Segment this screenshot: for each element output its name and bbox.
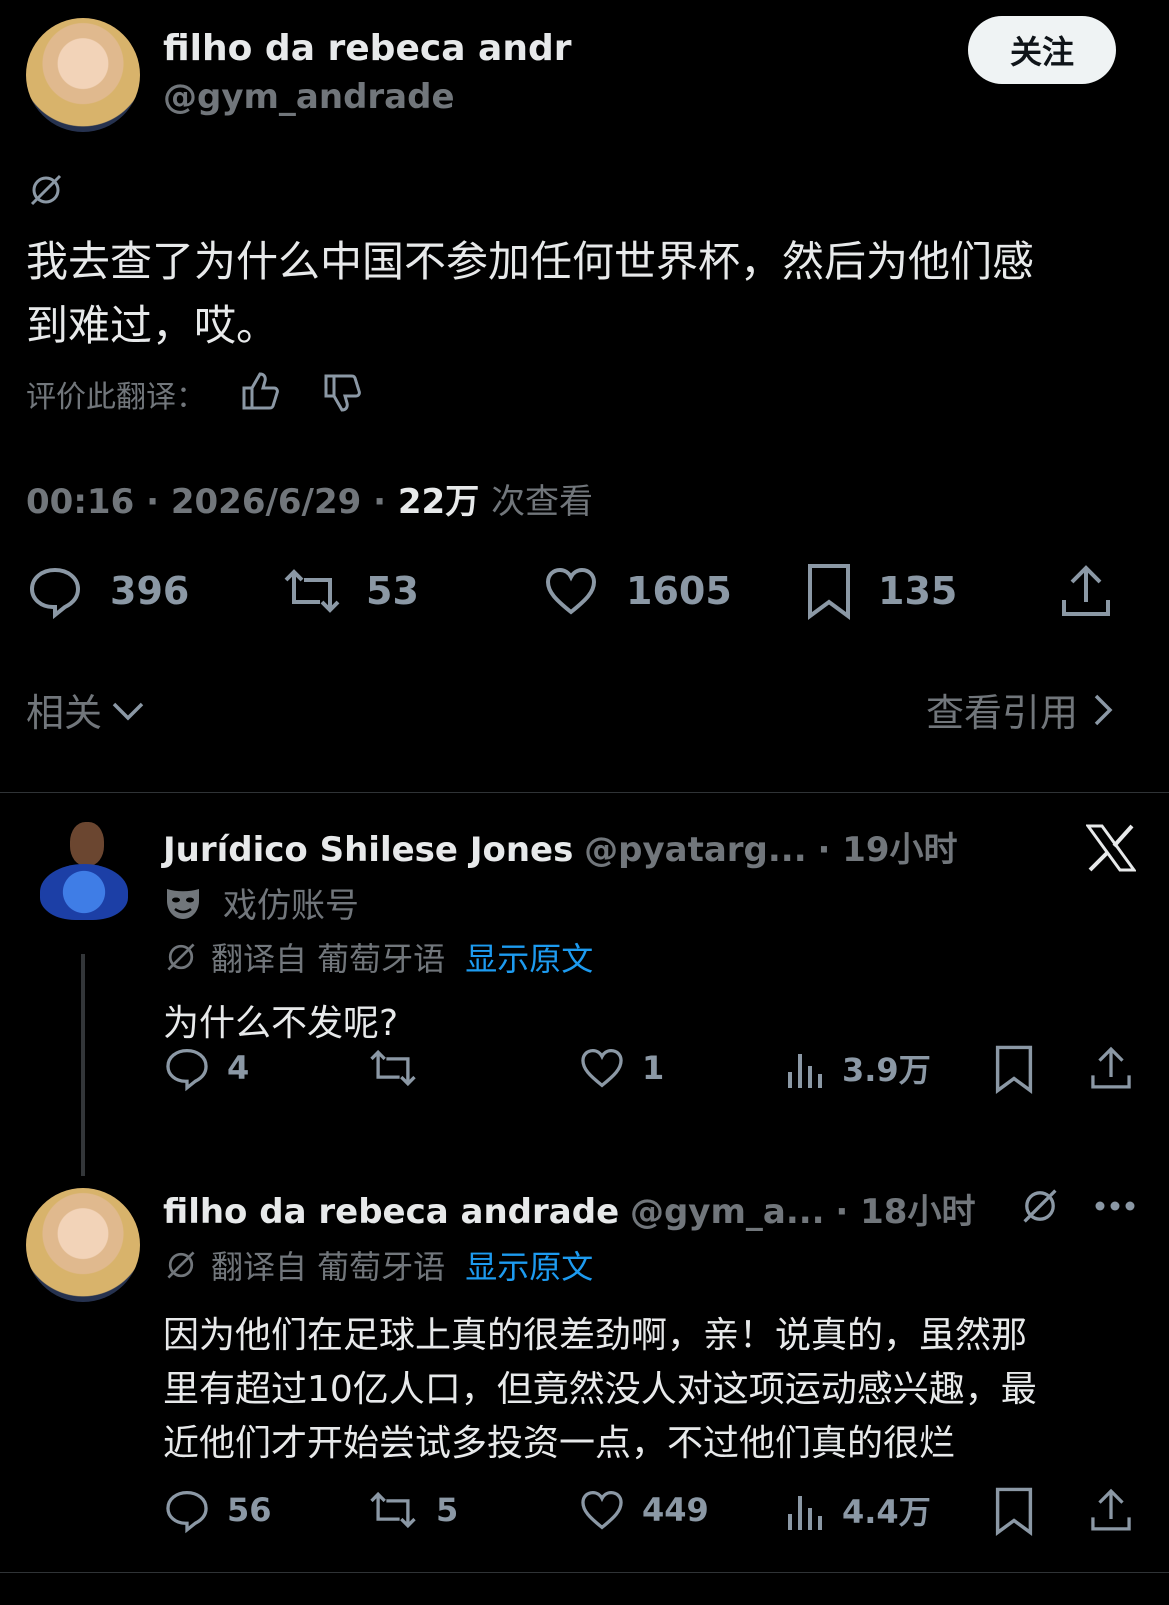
follow-button[interactable]: 关注 bbox=[968, 16, 1116, 84]
author-avatar[interactable] bbox=[26, 18, 140, 132]
share-icon[interactable] bbox=[1088, 1044, 1134, 1092]
author-display-name[interactable]: filho da rebeca andr bbox=[163, 28, 571, 69]
reply2-text-line3: 近他们才开始尝试多投资一点，不过他们真的很烂 bbox=[163, 1423, 956, 1464]
post-time[interactable]: 00:16 bbox=[26, 482, 134, 522]
reply-icon bbox=[163, 1486, 211, 1534]
reply2-text-line2: 里有超过10亿人口，但竟然没人对这项运动感兴趣，最 bbox=[163, 1369, 1037, 1410]
bookmark-stat[interactable]: 135 bbox=[806, 562, 957, 620]
heart-icon bbox=[578, 1486, 626, 1534]
views-icon bbox=[786, 1486, 826, 1534]
reply1-display-name[interactable]: Jurídico Shilese Jones bbox=[163, 830, 573, 870]
reply1-reply-stat[interactable]: 4 bbox=[163, 1044, 249, 1092]
bookmark-icon[interactable] bbox=[994, 1486, 1034, 1536]
mask-icon bbox=[163, 883, 203, 923]
author-handle[interactable]: @gym_andrade bbox=[163, 77, 455, 117]
thumbs-down-icon[interactable] bbox=[320, 372, 364, 416]
reply1-text: 为什么不发呢? bbox=[163, 1003, 399, 1044]
post-date[interactable]: 2026/6/29 bbox=[171, 482, 361, 522]
reply2-display-name[interactable]: filho da rebeca andrade bbox=[163, 1192, 619, 1232]
reply-icon bbox=[26, 562, 84, 620]
repost-icon bbox=[366, 1486, 420, 1534]
reply1-time[interactable]: · 19小时 bbox=[817, 830, 957, 870]
post-text-line2: 到难过，哎。 bbox=[26, 301, 279, 350]
separator: · bbox=[373, 482, 387, 522]
views-icon bbox=[786, 1044, 826, 1092]
chevron-right-icon bbox=[1092, 692, 1114, 728]
more-options-icon[interactable] bbox=[1094, 1200, 1136, 1212]
translate-icon bbox=[163, 939, 199, 975]
reply1-avatar[interactable] bbox=[26, 814, 140, 928]
reply2-handle[interactable]: @gym_a... bbox=[630, 1192, 825, 1232]
reply2-time[interactable]: · 18小时 bbox=[835, 1192, 975, 1232]
like-stat[interactable]: 1605 bbox=[542, 562, 732, 620]
thread-line bbox=[81, 954, 85, 1176]
reply1-like-stat[interactable]: 1 bbox=[578, 1044, 664, 1092]
repost-stat[interactable]: 53 bbox=[280, 562, 419, 620]
heart-icon bbox=[542, 562, 600, 620]
reply2-views-stat[interactable]: 4.4万 bbox=[786, 1486, 931, 1534]
reply2-translation-bar: 翻译自 葡萄牙语 显示原文 bbox=[163, 1242, 593, 1288]
separator: · bbox=[146, 482, 159, 522]
views-count: 22万 bbox=[397, 482, 480, 522]
reply2-reply-stat[interactable]: 56 bbox=[163, 1486, 272, 1534]
view-quotes-link[interactable]: 查看引用 bbox=[926, 682, 1114, 737]
repost-icon bbox=[280, 562, 344, 620]
section-divider bbox=[0, 1572, 1169, 1573]
post-meta: 00:16 · 2026/6/29 · 22万 次查看 bbox=[26, 474, 593, 523]
reply1-translation-bar: 翻译自 葡萄牙语 显示原文 bbox=[163, 934, 593, 980]
show-original-link[interactable]: 显示原文 bbox=[465, 1242, 593, 1288]
rate-translation-label: 评价此翻译： bbox=[26, 380, 206, 415]
parody-badge: 戏仿账号 bbox=[163, 878, 359, 927]
reply1-views-stat[interactable]: 3.9万 bbox=[786, 1044, 931, 1092]
chevron-down-icon bbox=[110, 698, 146, 722]
translate-icon[interactable] bbox=[1018, 1184, 1062, 1228]
thumbs-up-icon[interactable] bbox=[238, 368, 282, 412]
reply2-avatar[interactable] bbox=[26, 1188, 140, 1302]
bookmark-icon bbox=[806, 562, 852, 620]
heart-icon bbox=[578, 1044, 626, 1092]
share-icon[interactable] bbox=[1058, 562, 1114, 620]
reply1-header: Jurídico Shilese Jones @pyatarg... · 19小… bbox=[163, 822, 958, 871]
translate-icon bbox=[26, 170, 66, 210]
reply-stat[interactable]: 396 bbox=[26, 562, 189, 620]
related-dropdown[interactable]: 相关 bbox=[26, 682, 146, 737]
reply2-like-stat[interactable]: 449 bbox=[578, 1486, 709, 1534]
reply2-header: filho da rebeca andrade @gym_a... · 18小时 bbox=[163, 1184, 975, 1233]
share-icon[interactable] bbox=[1088, 1486, 1134, 1534]
reply1-handle[interactable]: @pyatarg... bbox=[584, 830, 807, 870]
views-label: 次查看 bbox=[491, 482, 594, 522]
reply2-text-line1: 因为他们在足球上真的很差劲啊，亲！说真的，虽然那 bbox=[163, 1315, 1028, 1356]
reply1-repost-stat[interactable] bbox=[366, 1044, 436, 1092]
section-divider bbox=[0, 792, 1169, 793]
x-logo-icon[interactable] bbox=[1086, 824, 1136, 872]
reply2-repost-stat[interactable]: 5 bbox=[366, 1486, 458, 1534]
reply-icon bbox=[163, 1044, 211, 1092]
bookmark-icon[interactable] bbox=[994, 1044, 1034, 1094]
translate-icon bbox=[163, 1247, 199, 1283]
show-original-link[interactable]: 显示原文 bbox=[465, 934, 593, 980]
post-text-line1: 我去查了为什么中国不参加任何世界杯，然后为他们感 bbox=[26, 237, 1035, 286]
repost-icon bbox=[366, 1044, 420, 1092]
